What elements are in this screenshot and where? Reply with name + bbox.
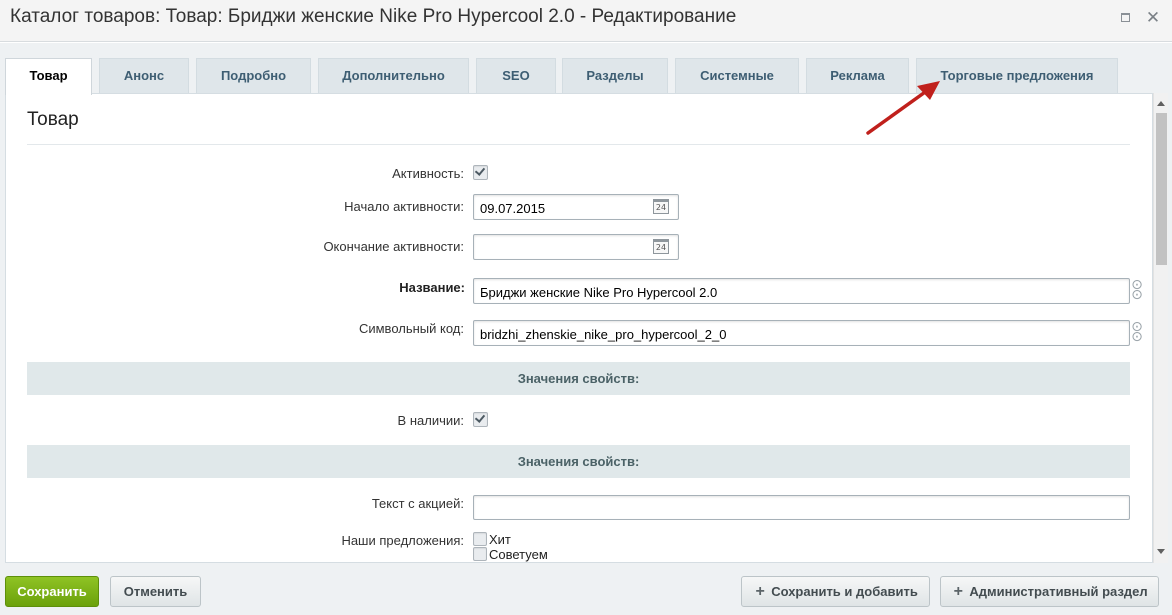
tab-system[interactable]: Системные: [675, 58, 799, 93]
code-input[interactable]: bridzhi_zhenskie_nike_pro_hypercool_2_0: [473, 320, 1130, 346]
code-label: Символьный код:: [358, 321, 464, 336]
offer-hit-label: Хит: [489, 532, 511, 547]
window-title: Каталог товаров: Товар: Бриджи женские N…: [10, 6, 737, 27]
promo-text-label: Текст с акцией:: [371, 496, 464, 511]
cancel-button[interactable]: Отменить: [110, 576, 201, 607]
tab-ads[interactable]: Реклама: [806, 58, 909, 93]
in-stock-label: В наличии:: [397, 413, 464, 428]
offers-label: Наши предложения:: [341, 533, 464, 548]
name-input[interactable]: Бриджи женские Nike Pro Hypercool 2.0: [473, 278, 1130, 304]
translit-link-icon[interactable]: ⊙ ⊙: [1131, 277, 1143, 301]
tab-announce[interactable]: Анонс: [99, 58, 189, 93]
active-from-label: Начало активности:: [344, 199, 464, 214]
in-stock-checkbox[interactable]: [473, 412, 488, 427]
offer-recommend-label: Советуем: [489, 547, 548, 562]
close-icon[interactable]: ✕: [1145, 9, 1161, 26]
promo-text-input[interactable]: [473, 495, 1130, 520]
maximize-icon[interactable]: [1118, 10, 1134, 26]
plus-icon: +: [953, 583, 964, 600]
tab-additional[interactable]: Дополнительно: [318, 58, 469, 93]
scroll-thumb[interactable]: [1156, 113, 1167, 265]
active-label: Активность:: [392, 166, 464, 181]
properties-header: Значения свойств:: [27, 445, 1130, 478]
section-title: Товар: [27, 109, 79, 130]
plus-icon: +: [755, 583, 765, 600]
calendar-icon[interactable]: 24: [653, 239, 669, 254]
offer-hit-checkbox[interactable]: [473, 532, 487, 546]
tab-sections[interactable]: Разделы: [562, 58, 668, 93]
active-from-input[interactable]: 09.07.2015: [473, 194, 679, 220]
active-to-label: Окончание активности:: [323, 239, 464, 254]
offer-recommend-checkbox[interactable]: [473, 547, 487, 561]
save-and-add-label: Сохранить и добавить: [771, 584, 918, 599]
vertical-scrollbar[interactable]: [1153, 93, 1168, 563]
properties-header: Значения свойств:: [27, 362, 1130, 395]
name-label: Название:: [399, 280, 465, 295]
save-button[interactable]: Сохранить: [5, 576, 99, 607]
active-checkbox[interactable]: [473, 165, 488, 180]
tab-details[interactable]: Подробно: [196, 58, 311, 93]
tab-product[interactable]: Товар: [5, 58, 92, 95]
save-and-add-button[interactable]: + Сохранить и добавить: [741, 576, 930, 607]
admin-section-button[interactable]: + Административный раздел: [940, 576, 1159, 607]
calendar-icon[interactable]: 24: [653, 199, 669, 214]
active-to-input[interactable]: [473, 234, 679, 260]
scroll-up-icon[interactable]: [1157, 101, 1165, 106]
admin-section-label: Административный раздел: [969, 584, 1148, 599]
scroll-down-icon[interactable]: [1157, 549, 1165, 554]
translit-link-icon[interactable]: ⊙ ⊙: [1131, 319, 1143, 343]
tab-seo[interactable]: SEO: [476, 58, 556, 93]
section-divider: [27, 144, 1130, 145]
window-titlebar: Каталог товаров: Товар: Бриджи женские N…: [0, 0, 1172, 42]
tab-trade-offers[interactable]: Торговые предложения: [916, 58, 1118, 93]
